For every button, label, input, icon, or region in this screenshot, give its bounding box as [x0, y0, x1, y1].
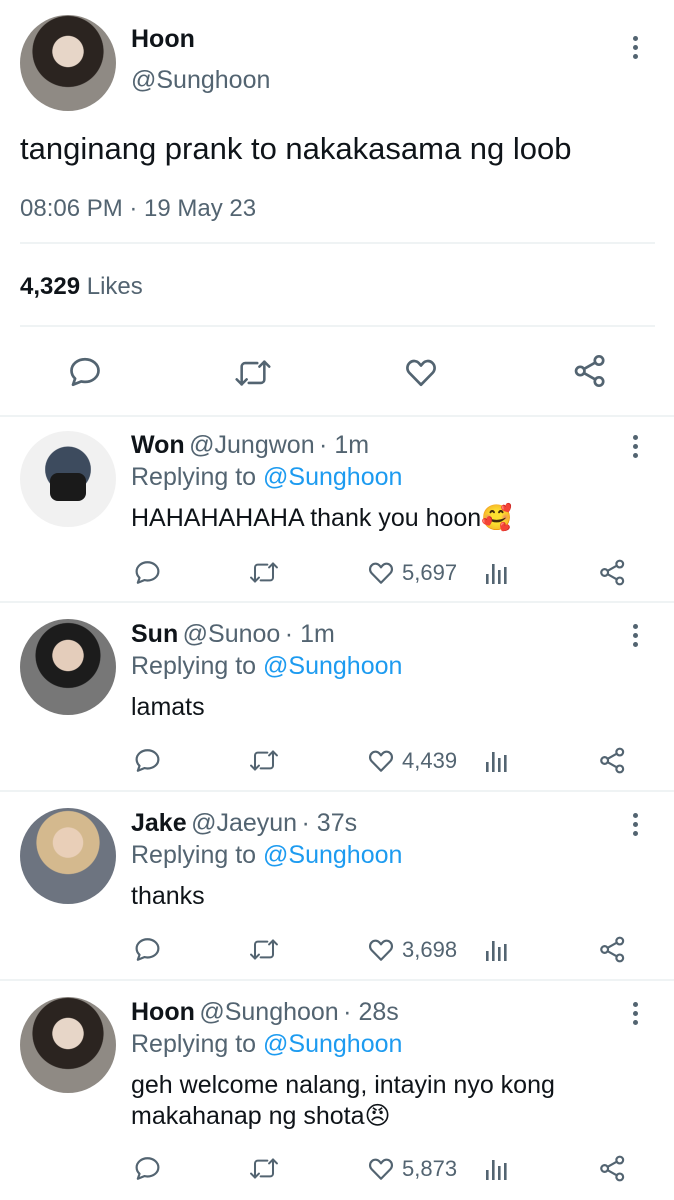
display-name[interactable]: Won [131, 431, 185, 459]
avatar[interactable] [20, 431, 116, 527]
divider [20, 242, 655, 244]
reply-icon[interactable] [133, 935, 162, 964]
reply-time[interactable]: · 1m [319, 431, 369, 459]
like-count: 5,873 [402, 1155, 458, 1181]
replying-to: Replying to @Sunghoon [131, 841, 402, 870]
more-icon[interactable] [630, 813, 640, 840]
tweet-text: tanginang prank to nakakasama ng loob [20, 131, 572, 166]
more-icon[interactable] [630, 435, 640, 462]
replying-handle-link[interactable]: @Sunghoon [263, 652, 402, 680]
likes-count: 4,329 [20, 273, 81, 300]
replying-handle-link[interactable]: @Sunghoon [263, 1030, 402, 1058]
replying-to: Replying to @Sunghoon [131, 652, 402, 681]
replying-prefix: Replying to [131, 463, 257, 491]
replying-prefix: Replying to [131, 652, 257, 680]
views-icon[interactable] [484, 562, 510, 586]
replying-prefix: Replying to [131, 1030, 257, 1058]
reply-time[interactable]: · 1m [285, 620, 335, 648]
handle[interactable]: @Jungwon [189, 431, 314, 459]
like-button[interactable]: 3,698 [366, 935, 457, 964]
display-name[interactable]: Sun [131, 620, 178, 648]
heart-icon [366, 746, 396, 775]
replying-handle-link[interactable]: @Sunghoon [263, 841, 402, 869]
views-icon[interactable] [484, 939, 510, 963]
display-name[interactable]: Jake [131, 809, 187, 837]
handle[interactable]: @Sunghoon [199, 998, 338, 1026]
reply-text: thanks [131, 882, 205, 910]
views-icon[interactable] [484, 750, 510, 774]
replying-to: Replying to @Sunghoon [131, 463, 402, 492]
replying-to: Replying to @Sunghoon [131, 1030, 402, 1059]
replying-prefix: Replying to [131, 841, 257, 869]
replying-handle-link[interactable]: @Sunghoon [263, 463, 402, 491]
reply-icon[interactable] [133, 746, 162, 775]
avatar[interactable] [20, 997, 116, 1093]
like-count: 4,439 [402, 747, 458, 773]
reply-header: Hoon @Sunghoon · 28s [131, 998, 399, 1027]
share-icon[interactable] [598, 746, 627, 775]
handle[interactable]: @Sunoo [183, 620, 281, 648]
reply-item[interactable]: Jake @Jaeyun · 37s Replying to @Sunghoon… [0, 795, 674, 980]
like-count: 5,697 [402, 559, 458, 585]
reply-item[interactable]: Won @Jungwon · 1m Replying to @Sunghoon … [0, 417, 674, 602]
like-button[interactable]: 5,873 [366, 1154, 457, 1183]
heart-icon [366, 935, 396, 964]
avatar[interactable] [20, 808, 116, 904]
divider [0, 979, 674, 981]
retweet-icon[interactable] [248, 936, 280, 963]
handle[interactable]: @Jaeyun [191, 809, 297, 837]
retweet-icon[interactable] [248, 559, 280, 586]
avatar[interactable] [20, 15, 116, 111]
handle[interactable]: @Sunghoon [131, 66, 270, 95]
avatar[interactable] [20, 619, 116, 715]
retweet-icon[interactable] [248, 747, 280, 774]
reply-text: HAHAHAHAHA thank you hoon🥰 [131, 504, 513, 532]
like-button[interactable]: 4,439 [366, 746, 457, 775]
retweet-icon[interactable] [248, 1155, 280, 1182]
divider [0, 790, 674, 792]
reply-icon[interactable] [133, 558, 162, 587]
display-name[interactable]: Hoon [131, 25, 195, 54]
like-count: 3,698 [402, 936, 458, 962]
reply-icon[interactable] [67, 354, 103, 390]
like-button[interactable]: 5,697 [366, 558, 457, 587]
divider [0, 601, 674, 603]
reply-item[interactable]: Hoon @Sunghoon · 28s Replying to @Sungho… [0, 984, 674, 1200]
heart-icon [366, 1154, 396, 1183]
reply-time[interactable]: · 37s [302, 809, 358, 837]
reply-header: Won @Jungwon · 1m [131, 431, 369, 460]
reply-header: Sun @Sunoo · 1m [131, 620, 335, 649]
share-icon[interactable] [598, 558, 627, 587]
reply-text: geh welcome nalang, intayin nyo kong mak… [131, 1071, 555, 1130]
likes-stat[interactable]: 4,329 Likes [20, 273, 143, 301]
tweet-timestamp[interactable]: 08:06 PM · 19 May 23 [20, 195, 256, 223]
more-icon[interactable] [630, 1002, 640, 1029]
heart-icon [366, 558, 396, 587]
retweet-icon[interactable] [233, 356, 273, 390]
more-icon[interactable] [630, 624, 640, 651]
reply-time[interactable]: · 28s [343, 998, 399, 1026]
heart-icon[interactable] [402, 354, 440, 390]
share-icon[interactable] [598, 935, 627, 964]
reply-text: lamats [131, 693, 205, 721]
share-icon[interactable] [572, 353, 608, 389]
views-icon[interactable] [484, 1158, 510, 1182]
reply-header: Jake @Jaeyun · 37s [131, 809, 357, 838]
display-name[interactable]: Hoon [131, 998, 195, 1026]
share-icon[interactable] [598, 1154, 627, 1183]
reply-icon[interactable] [133, 1154, 162, 1183]
reply-item[interactable]: Sun @Sunoo · 1m Replying to @Sunghoon la… [0, 606, 674, 791]
divider [20, 325, 655, 327]
more-icon[interactable] [630, 36, 640, 63]
likes-label: Likes [86, 273, 143, 300]
